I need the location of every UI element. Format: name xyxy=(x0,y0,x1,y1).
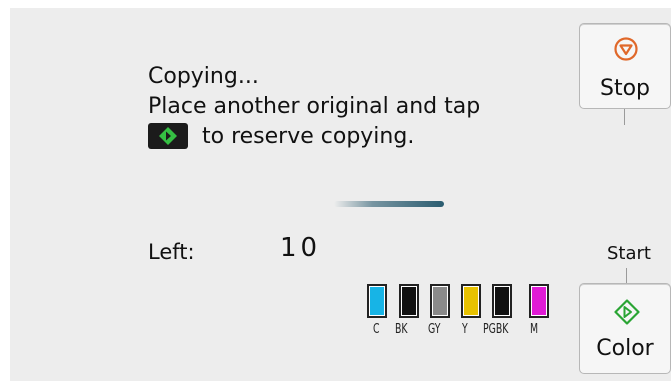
status-line-3-text: to reserve copying. xyxy=(202,124,415,149)
divider xyxy=(624,109,625,125)
ink-label: C xyxy=(373,322,380,337)
copies-left-value: 10 xyxy=(280,233,322,263)
ink-label: Y xyxy=(462,322,468,337)
ink-level-fill xyxy=(370,287,384,315)
ink-level-fill xyxy=(532,287,546,315)
ink-cartridge-bk xyxy=(399,284,419,318)
color-button-label: Color xyxy=(596,336,654,361)
ink-level-fill xyxy=(433,287,447,315)
ink-cartridge-pgbk xyxy=(492,284,512,318)
start-diamond-icon xyxy=(614,299,640,329)
stop-button[interactable]: Stop xyxy=(579,23,671,109)
copies-left-label: Left: xyxy=(148,240,195,264)
stop-button-label: Stop xyxy=(599,76,650,101)
ink-levels: C BK GY Y PGBK M xyxy=(365,284,550,344)
status-line-3: to reserve copying. xyxy=(148,122,480,152)
ink-label: BK xyxy=(395,322,408,337)
ink-level-fill xyxy=(402,287,416,315)
ink-label: M xyxy=(530,322,539,337)
status-line-1: Copying... xyxy=(148,64,259,89)
status-line-2: Place another original and tap xyxy=(148,94,481,119)
ink-label: PGBK xyxy=(483,322,509,337)
ink-cartridge-m xyxy=(529,284,549,318)
start-caption: Start xyxy=(607,243,651,264)
divider xyxy=(626,268,627,283)
ink-cartridge-c xyxy=(367,284,387,318)
ink-level-fill xyxy=(464,287,478,315)
ink-cartridge-y xyxy=(461,284,481,318)
ink-cartridge-gy xyxy=(430,284,450,318)
ink-label: GY xyxy=(428,322,441,337)
color-start-button[interactable]: Color xyxy=(579,283,671,374)
progress-indicator xyxy=(334,201,444,207)
ink-level-fill xyxy=(495,287,509,315)
stop-icon xyxy=(614,37,638,65)
start-diamond-icon xyxy=(148,123,188,149)
status-message: Copying... Place another original and ta… xyxy=(148,62,480,152)
